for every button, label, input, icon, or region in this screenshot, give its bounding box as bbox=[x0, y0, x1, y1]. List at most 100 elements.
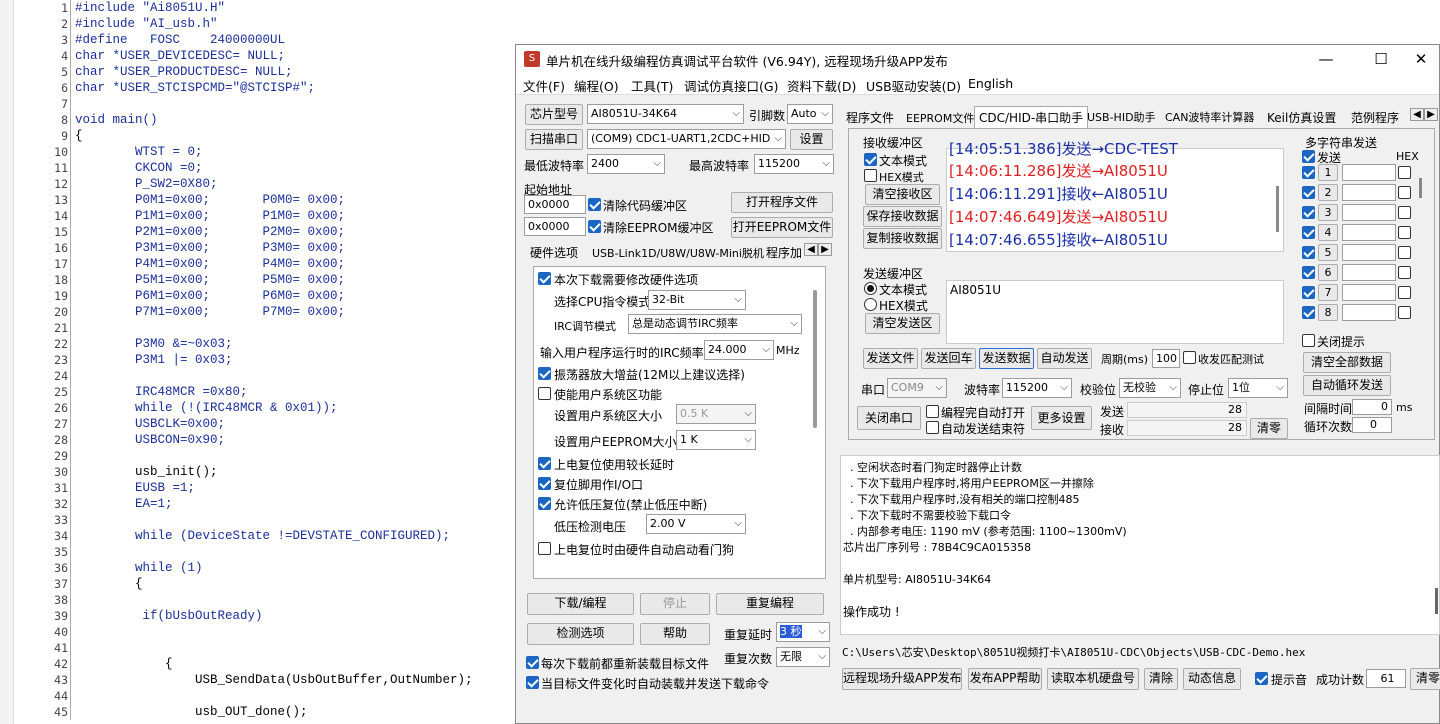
multi-row-checkbox[interactable] bbox=[1302, 306, 1315, 319]
multi-row-input[interactable] bbox=[1342, 164, 1396, 181]
save-rx-button[interactable]: 保存接收数据 bbox=[863, 206, 942, 227]
min-baud-select[interactable]: 2400 ⌵ bbox=[587, 154, 665, 174]
copy-rx-button[interactable]: 复制接收数据 bbox=[863, 228, 942, 249]
code-line[interactable]: USB_SendData(UsbOutBuffer,OutNumber); bbox=[71, 672, 516, 688]
chip-model-select[interactable]: AI8051U-34K64 ⌵ bbox=[587, 104, 744, 124]
multi-row-hex-checkbox[interactable] bbox=[1398, 246, 1411, 259]
pins-select[interactable]: Auto ⌵ bbox=[787, 104, 833, 124]
auto-send-button[interactable]: 自动发送 bbox=[1037, 348, 1092, 369]
multi-row-send-button[interactable]: 7 bbox=[1318, 284, 1338, 301]
wdt-checkbox[interactable] bbox=[538, 542, 551, 555]
auto-end-checkbox[interactable] bbox=[926, 421, 939, 434]
parity-select[interactable]: 无校验 ⌵ bbox=[1119, 378, 1181, 398]
multi-row-checkbox[interactable] bbox=[1302, 206, 1315, 219]
help-button[interactable]: 帮助 bbox=[640, 623, 710, 645]
code-line[interactable] bbox=[71, 96, 516, 112]
code-line[interactable]: P3M1 |= 0x03; bbox=[71, 352, 516, 368]
code-line[interactable] bbox=[71, 624, 516, 640]
code-line[interactable]: { bbox=[71, 656, 516, 672]
code-line[interactable]: usb_OUT_done(); bbox=[71, 704, 516, 720]
code-line[interactable]: P1M1=0x00; P1M0= 0x00; bbox=[71, 208, 516, 224]
code-line[interactable] bbox=[71, 544, 516, 560]
tx-input[interactable]: AI8051U bbox=[946, 280, 1284, 344]
code-line[interactable]: { bbox=[71, 576, 516, 592]
user-sys-checkbox[interactable] bbox=[538, 387, 551, 400]
rx-scrollbar[interactable] bbox=[1276, 186, 1279, 232]
check-options-button[interactable]: 检测选项 bbox=[527, 623, 634, 645]
multi-row-checkbox[interactable] bbox=[1302, 286, 1315, 299]
tab-program-file[interactable]: 程序文件 bbox=[846, 109, 894, 126]
repeat-count-select[interactable]: 无限 ⌵ bbox=[776, 647, 830, 667]
more-settings-button[interactable]: 更多设置 bbox=[1031, 406, 1092, 430]
tab-eeprom-file[interactable]: EEPROM文件 bbox=[906, 110, 974, 126]
code-line[interactable] bbox=[71, 512, 516, 528]
menu-debug[interactable]: 调试仿真接口(G) bbox=[684, 76, 778, 95]
code-line[interactable] bbox=[71, 320, 516, 336]
clear-tx-button[interactable]: 清空发送区 bbox=[865, 313, 940, 334]
tab-hardware[interactable]: 硬件选项 bbox=[530, 244, 578, 261]
code-line[interactable]: while (DeviceState !=DEVSTATE_CONFIGURED… bbox=[71, 528, 516, 544]
loops-input[interactable]: 0 bbox=[1352, 417, 1392, 433]
rx-hex-mode-checkbox[interactable] bbox=[864, 169, 877, 182]
clear-rx-button[interactable]: 清空接收区 bbox=[865, 184, 940, 205]
multi-row-input[interactable] bbox=[1342, 264, 1396, 281]
tabs-scroll-left-icon[interactable]: ◀ bbox=[1410, 108, 1424, 121]
log-scrollbar[interactable] bbox=[1435, 588, 1438, 614]
close-tip-checkbox[interactable] bbox=[1302, 334, 1315, 347]
code-line[interactable]: char *USER_DEVICEDESC= NULL; bbox=[71, 48, 516, 64]
osc-amp-checkbox[interactable] bbox=[538, 367, 551, 380]
modify-hw-checkbox[interactable] bbox=[538, 272, 551, 285]
code-line[interactable]: usb_init(); bbox=[71, 464, 516, 480]
multi-row-hex-checkbox[interactable] bbox=[1398, 306, 1411, 319]
multi-row-send-button[interactable]: 1 bbox=[1318, 164, 1338, 181]
clear-count-button[interactable]: 清零 bbox=[1250, 418, 1288, 439]
send-data-button[interactable]: 发送数据 bbox=[979, 348, 1034, 369]
lv-select[interactable]: 2.00 V ⌵ bbox=[646, 514, 746, 534]
download-button[interactable]: 下载/编程 bbox=[527, 593, 634, 615]
multi-row-send-button[interactable]: 4 bbox=[1318, 224, 1338, 241]
code-line[interactable]: #define FOSC 24000000UL bbox=[71, 32, 516, 48]
menu-english[interactable]: English bbox=[968, 76, 1013, 91]
source-code[interactable]: #include "Ai8051U.H" #include "AI_usb.h" #… bbox=[70, 0, 516, 720]
code-line[interactable]: P3M1=0x00; P3M0= 0x00; bbox=[71, 240, 516, 256]
code-line[interactable]: while (!(IRC48MCR & 0x01)); bbox=[71, 400, 516, 416]
read-disk-button[interactable]: 读取本机硬盘号 bbox=[1047, 668, 1139, 690]
menu-download[interactable]: 资料下载(D) bbox=[787, 76, 856, 95]
multi-row-hex-checkbox[interactable] bbox=[1398, 286, 1411, 299]
code-line[interactable]: EUSB =1; bbox=[71, 480, 516, 496]
publish-app-button[interactable]: 远程现场升级APP发布 bbox=[842, 668, 962, 690]
code-line[interactable] bbox=[71, 688, 516, 704]
clear-log-button[interactable]: 清除 bbox=[1144, 668, 1178, 690]
irc-freq-input[interactable]: 24.000 ⌵ bbox=[704, 340, 774, 360]
code-line[interactable]: P5M1=0x00; P5M0= 0x00; bbox=[71, 272, 516, 288]
tx-text-mode-radio[interactable] bbox=[864, 282, 877, 295]
code-line[interactable]: while (1) bbox=[71, 560, 516, 576]
multi-row-input[interactable] bbox=[1342, 204, 1396, 221]
code-line[interactable]: USBCON=0x90; bbox=[71, 432, 516, 448]
multi-row-checkbox[interactable] bbox=[1302, 266, 1315, 279]
tab-scroll-right-icon[interactable]: ▶ bbox=[818, 243, 832, 256]
multi-row-checkbox[interactable] bbox=[1302, 166, 1315, 179]
tx-hex-mode-radio[interactable] bbox=[864, 298, 877, 311]
eeprom-size-select[interactable]: 1 K ⌵ bbox=[676, 430, 756, 450]
code-line[interactable]: P7M1=0x00; P7M0= 0x00; bbox=[71, 304, 516, 320]
code-line[interactable] bbox=[71, 640, 516, 656]
reprogram-button[interactable]: 重复编程 bbox=[716, 593, 824, 615]
clear-code-checkbox[interactable] bbox=[588, 198, 601, 211]
code-line[interactable] bbox=[71, 368, 516, 384]
tab-keil-sim[interactable]: Keil仿真设置 bbox=[1267, 109, 1336, 126]
code-line[interactable]: WTST = 0; bbox=[71, 144, 516, 160]
multi-send-checkbox[interactable] bbox=[1302, 150, 1315, 163]
code-editor[interactable]: 1 2 3 4 5 6 7 8 9 10 11 12 13 14 15 16 17 18 19 20 21 22 23 24 2… bbox=[0, 0, 516, 724]
auto-load-checkbox[interactable] bbox=[526, 676, 539, 689]
options-scrollbar[interactable] bbox=[813, 290, 817, 428]
sys-size-select[interactable]: 0.5 K ⌵ bbox=[676, 404, 756, 424]
repeat-delay-select[interactable]: 3 秒 ⌵ bbox=[776, 622, 830, 642]
publish-help-button[interactable]: 发布APP帮助 bbox=[968, 668, 1042, 690]
code-line[interactable]: USBCLK=0x00; bbox=[71, 416, 516, 432]
multi-row-send-button[interactable]: 8 bbox=[1318, 304, 1338, 321]
long-delay-checkbox[interactable] bbox=[538, 457, 551, 470]
menu-file[interactable]: 文件(F) bbox=[523, 76, 565, 95]
multi-row-hex-checkbox[interactable] bbox=[1398, 206, 1411, 219]
code-line[interactable]: P4M1=0x00; P4M0= 0x00; bbox=[71, 256, 516, 272]
